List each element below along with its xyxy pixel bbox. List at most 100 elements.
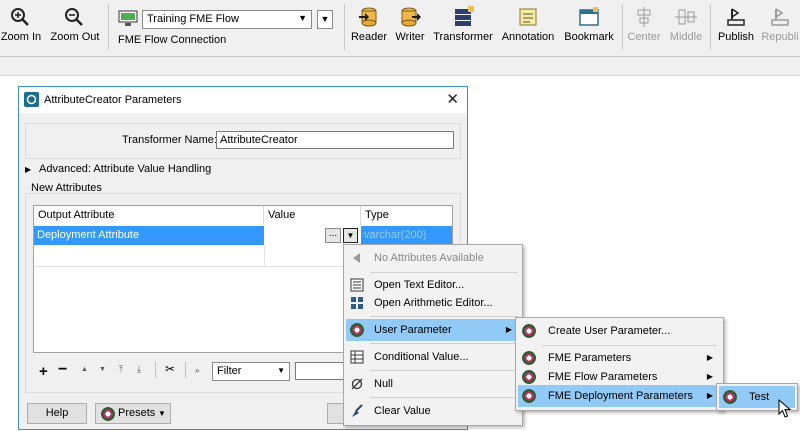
table-row[interactable]: Deployment Attribute ... ▼ varchar(200) bbox=[34, 226, 452, 245]
column-header-type[interactable]: Type bbox=[361, 206, 452, 225]
reader-button[interactable]: Reader bbox=[350, 4, 388, 52]
menu-item-user-parameter[interactable]: User Parameter ▶ bbox=[346, 319, 520, 341]
dialog-title-bar[interactable]: AttributeCreator Parameters ✕ bbox=[19, 87, 467, 113]
transformer-name-input[interactable] bbox=[216, 131, 454, 149]
type-cell[interactable]: varchar(200) bbox=[361, 226, 452, 245]
middle-button[interactable]: Middle bbox=[666, 4, 706, 52]
gear-icon bbox=[101, 404, 115, 428]
republish-icon bbox=[771, 8, 789, 26]
center-button[interactable]: Center bbox=[624, 4, 664, 52]
annotation-label: Annotation bbox=[501, 31, 555, 43]
dialog-title: AttributeCreator Parameters bbox=[44, 94, 182, 106]
menu-item-open-arithmetic-editor[interactable]: Open Arithmetic Editor... bbox=[346, 292, 520, 314]
republish-label: Republi bbox=[761, 31, 799, 43]
chevron-down-icon: ▼ bbox=[346, 231, 355, 240]
menu-item-fme-deployment-parameters[interactable]: FME Deployment Parameters ▶ bbox=[518, 385, 721, 407]
writer-button[interactable]: Writer bbox=[392, 4, 428, 52]
move-down-icon[interactable]: ▼ bbox=[99, 366, 106, 373]
menu-item-create-user-parameter[interactable]: Create User Parameter... bbox=[518, 320, 721, 342]
menu-item-null[interactable]: Null bbox=[346, 373, 520, 395]
table-icon bbox=[350, 350, 364, 364]
bookmark-label: Bookmark bbox=[564, 31, 614, 43]
publish-icon bbox=[727, 8, 745, 26]
toolbar-separator bbox=[185, 362, 186, 378]
toolbar-separator bbox=[622, 4, 623, 50]
column-header-value[interactable]: Value bbox=[264, 206, 361, 225]
publish-button[interactable]: Publish bbox=[714, 4, 758, 52]
move-up-icon[interactable]: ▲ bbox=[81, 366, 88, 373]
expand-left-icon[interactable]: » bbox=[195, 366, 199, 375]
menu-separator bbox=[370, 370, 518, 371]
gear-icon bbox=[522, 370, 536, 384]
expand-arrow-icon[interactable]: ▶ bbox=[25, 165, 31, 174]
menu-separator bbox=[370, 272, 518, 273]
chevron-down-icon: ▼ bbox=[277, 366, 285, 375]
gear-icon bbox=[522, 324, 536, 338]
menu-item-clear-value[interactable]: Clear Value bbox=[346, 400, 520, 422]
column-header-output-attribute[interactable]: Output Attribute bbox=[34, 206, 264, 225]
output-attribute-cell[interactable]: Deployment Attribute bbox=[34, 226, 264, 245]
monitor-icon bbox=[118, 10, 138, 26]
remove-row-icon[interactable]: − bbox=[58, 361, 67, 379]
filter-dropdown[interactable]: Filter ▼ bbox=[212, 362, 290, 381]
add-row-icon[interactable]: + bbox=[39, 363, 48, 380]
republish-button[interactable]: Republi bbox=[760, 4, 800, 52]
submenu-arrow-icon: ▶ bbox=[706, 391, 713, 400]
transformer-label: Transformer bbox=[433, 31, 493, 43]
transformer-name-group: Transformer Name: bbox=[25, 123, 461, 159]
value-dropdown-button[interactable]: ▼ bbox=[343, 228, 358, 243]
center-label: Center bbox=[627, 31, 661, 43]
connection-menu-button[interactable]: ▼ bbox=[317, 10, 333, 29]
help-button[interactable]: Help bbox=[27, 403, 87, 424]
fme-logo-icon bbox=[24, 92, 39, 107]
annotation-button[interactable]: Annotation bbox=[498, 4, 558, 52]
gear-icon bbox=[350, 323, 364, 337]
publish-label: Publish bbox=[717, 31, 755, 43]
gear-icon bbox=[723, 390, 737, 404]
text-editor-icon bbox=[350, 278, 364, 292]
user-parameter-submenu: Create User Parameter... FME Parameters … bbox=[515, 317, 724, 411]
arrow-left-icon bbox=[353, 253, 360, 263]
toolbar-separator bbox=[344, 4, 345, 50]
zoom-in-icon bbox=[11, 8, 29, 26]
middle-label: Middle bbox=[669, 31, 703, 43]
mouse-cursor-icon bbox=[778, 399, 792, 418]
advanced-section-label[interactable]: Advanced: Attribute Value Handling bbox=[39, 163, 211, 175]
transformer-button[interactable]: Transformer bbox=[432, 4, 494, 52]
cut-icon[interactable]: ✂ bbox=[165, 362, 175, 376]
bookmark-icon bbox=[579, 7, 599, 26]
zoom-out-button[interactable]: Zoom Out bbox=[48, 4, 102, 52]
filter-value: Filter bbox=[217, 365, 242, 377]
menu-item-conditional-value[interactable]: Conditional Value... bbox=[346, 346, 520, 368]
value-ellipsis-button[interactable]: ... bbox=[325, 228, 341, 243]
close-icon[interactable]: ✕ bbox=[446, 90, 459, 108]
bookmark-button[interactable]: Bookmark bbox=[562, 4, 616, 52]
annotation-icon bbox=[519, 8, 537, 26]
zoom-out-icon bbox=[65, 8, 83, 26]
presets-label: Presets bbox=[118, 407, 156, 419]
reader-icon bbox=[359, 7, 377, 27]
reader-label: Reader bbox=[350, 31, 388, 43]
menu-separator bbox=[542, 345, 717, 346]
zoom-in-button[interactable]: Zoom In bbox=[0, 4, 42, 52]
broom-icon bbox=[352, 404, 363, 417]
chevron-down-icon: ▼ bbox=[320, 14, 330, 24]
connection-label: FME Flow Connection bbox=[118, 34, 227, 46]
writer-label: Writer bbox=[395, 31, 425, 43]
connection-dropdown[interactable]: Training FME Flow ▼ bbox=[142, 10, 312, 29]
menu-item-no-attributes[interactable]: No Attributes Available bbox=[346, 247, 520, 269]
align-center-icon bbox=[637, 7, 651, 27]
toolbar-separator bbox=[155, 362, 156, 378]
gear-icon bbox=[522, 351, 536, 365]
presets-button[interactable]: Presets ▼ bbox=[95, 403, 171, 424]
toolbar-separator bbox=[710, 4, 711, 50]
move-bottom-icon[interactable]: ⤓ bbox=[137, 364, 141, 375]
zoom-in-label: Zoom In bbox=[0, 31, 42, 43]
move-top-icon[interactable]: ⤒ bbox=[119, 364, 123, 375]
toolbar-separator bbox=[108, 4, 109, 50]
transformer-icon bbox=[455, 6, 474, 26]
column-divider bbox=[264, 246, 265, 266]
main-toolbar: Zoom In Zoom Out Training FME Flow ▼ ▼ F… bbox=[0, 0, 800, 57]
menu-separator bbox=[370, 316, 518, 317]
connection-value: Training FME Flow bbox=[147, 13, 239, 25]
